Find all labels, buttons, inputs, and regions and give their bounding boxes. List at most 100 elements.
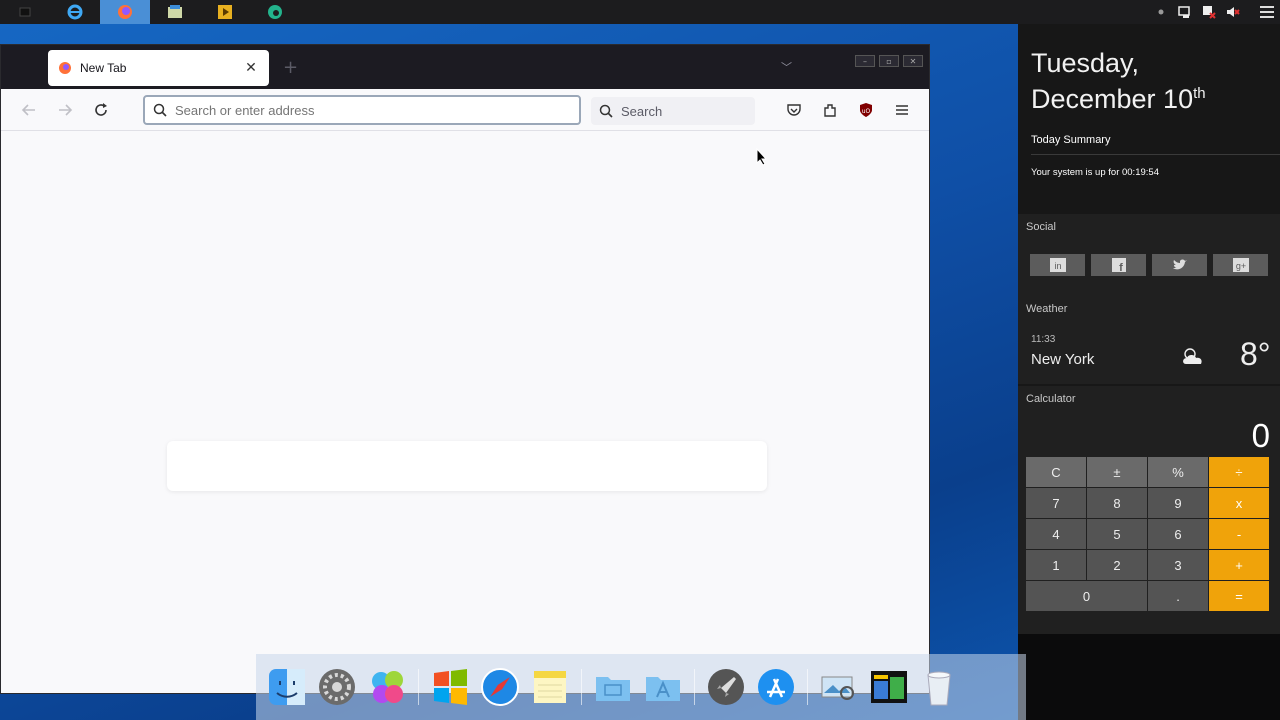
maximize-button[interactable]: ▫ (879, 55, 899, 67)
dock-documents-folder[interactable] (590, 664, 636, 710)
dot-icon (1154, 5, 1168, 19)
calc-key-7[interactable]: 7 (1026, 488, 1086, 518)
menu-icon[interactable] (1260, 6, 1274, 18)
dock-monitor-app[interactable] (866, 664, 912, 710)
calc-key-8[interactable]: 8 (1087, 488, 1147, 518)
calc-key-1[interactable]: 1 (1026, 550, 1086, 580)
calc-key-plus-minus[interactable]: ± (1087, 457, 1147, 487)
extensions-button[interactable] (820, 100, 840, 120)
system-tray (1154, 0, 1280, 24)
back-button[interactable] (19, 100, 39, 120)
calc-key-9[interactable]: 9 (1148, 488, 1208, 518)
date-weekday: Tuesday, (1031, 48, 1140, 78)
display-icon[interactable] (1178, 5, 1192, 19)
taskbar-file-manager[interactable] (150, 0, 200, 24)
dock-finder[interactable] (264, 664, 310, 710)
calc-key-clear[interactable]: C (1026, 457, 1086, 487)
calc-key-5[interactable]: 5 (1087, 519, 1147, 549)
weather-title: Weather (1026, 303, 1068, 315)
calc-key-3[interactable]: 3 (1148, 550, 1208, 580)
taskbar-edge[interactable] (250, 0, 300, 24)
dock-windows[interactable] (427, 664, 473, 710)
forward-button[interactable] (55, 100, 75, 120)
calc-key-4[interactable]: 4 (1026, 519, 1086, 549)
file-manager-icon (168, 5, 182, 18)
dock-launchpad[interactable] (703, 664, 749, 710)
dock-app-store[interactable] (753, 664, 799, 710)
internet-explorer-icon (67, 4, 83, 20)
ublock-button[interactable]: uO (856, 100, 876, 120)
dock-game-center[interactable] (364, 664, 410, 710)
taskbar-media-player[interactable] (200, 0, 250, 24)
svg-text:uO: uO (862, 108, 871, 115)
volume-muted-icon[interactable] (1226, 5, 1240, 19)
tab-label: New Tab (80, 61, 127, 75)
network-error-icon[interactable] (1202, 5, 1216, 19)
pocket-icon (787, 104, 801, 116)
dock-preview[interactable] (816, 664, 862, 710)
calc-key-6[interactable]: 6 (1148, 519, 1208, 549)
calc-key-equals[interactable]: = (1209, 581, 1269, 611)
close-tab-icon[interactable]: ✕ (243, 60, 259, 76)
address-input[interactable] (175, 102, 555, 118)
close-window-button[interactable]: ✕ (903, 55, 923, 67)
facebook-button[interactable]: f (1091, 254, 1146, 276)
reload-button[interactable] (91, 100, 111, 120)
minimize-button[interactable]: – (855, 55, 875, 67)
applications-folder-icon (646, 677, 680, 701)
calculator-keypad: C ± % ÷ 7 8 9 x 4 5 6 - 1 2 3 + 0 . = (1026, 457, 1269, 611)
search-icon (599, 104, 613, 118)
twitter-button[interactable] (1152, 254, 1207, 276)
edge-icon (268, 5, 282, 19)
url-bar[interactable] (143, 95, 581, 125)
list-all-tabs-icon[interactable]: ﹀ (781, 59, 792, 75)
taskbar-firefox[interactable] (100, 0, 150, 24)
monitor-app-icon (871, 671, 907, 703)
window-controls: – ▫ ✕ (855, 55, 923, 67)
app-store-icon (758, 669, 794, 705)
dock-applications-folder[interactable] (640, 664, 686, 710)
firefox-icon (118, 5, 132, 19)
search-bar[interactable]: Search (591, 97, 755, 125)
safari-compass-icon (481, 668, 519, 706)
dock-safari[interactable] (477, 664, 523, 710)
svg-text:g+: g+ (1235, 261, 1245, 271)
taskbar-app-black[interactable] (0, 0, 50, 24)
preview-icon (821, 676, 854, 700)
dock-system-preferences[interactable] (314, 664, 360, 710)
facebook-icon: f (1111, 258, 1126, 272)
puzzle-icon (824, 104, 836, 117)
arrow-left-icon (21, 104, 35, 116)
date-suffix: th (1193, 85, 1206, 102)
firefox-window: New Tab ✕ + ﹀ – ▫ ✕ Search or enter addr… (0, 44, 930, 694)
calc-key-decimal[interactable]: . (1148, 581, 1208, 611)
calculator-display: 0 (1251, 417, 1270, 454)
windows-logo-icon (434, 669, 467, 705)
dock-trash[interactable] (916, 664, 962, 710)
notes-icon (534, 671, 566, 703)
calc-key-percent[interactable]: % (1148, 457, 1208, 487)
calc-key-multiply[interactable]: x (1209, 488, 1269, 518)
media-player-icon (218, 5, 232, 19)
google-plus-button[interactable]: g+ (1213, 254, 1268, 276)
taskbar-internet-explorer[interactable] (50, 0, 100, 24)
dock-notes[interactable] (527, 664, 573, 710)
app-menu-button[interactable] (892, 100, 912, 120)
calc-key-add[interactable]: + (1209, 550, 1269, 580)
new-tab-icon[interactable]: + (283, 57, 298, 78)
calc-key-0[interactable]: 0 (1026, 581, 1147, 611)
calc-key-2[interactable]: 2 (1087, 550, 1147, 580)
calc-key-divide[interactable]: ÷ (1209, 457, 1269, 487)
twitter-icon (1172, 259, 1187, 270)
search-icon (153, 103, 167, 117)
calc-key-subtract[interactable]: - (1209, 519, 1269, 549)
top-taskbar (0, 0, 1280, 24)
dock-separator (807, 669, 808, 705)
social-buttons: in f g+ (1030, 254, 1268, 276)
title-bar: New Tab ✕ + ﹀ – ▫ ✕ (1, 45, 929, 89)
pocket-button[interactable] (784, 100, 804, 120)
panel-footer (1018, 634, 1280, 720)
tab-new-tab[interactable]: New Tab ✕ (48, 50, 269, 86)
linkedin-button[interactable]: in (1030, 254, 1085, 276)
finder-icon (269, 669, 305, 705)
